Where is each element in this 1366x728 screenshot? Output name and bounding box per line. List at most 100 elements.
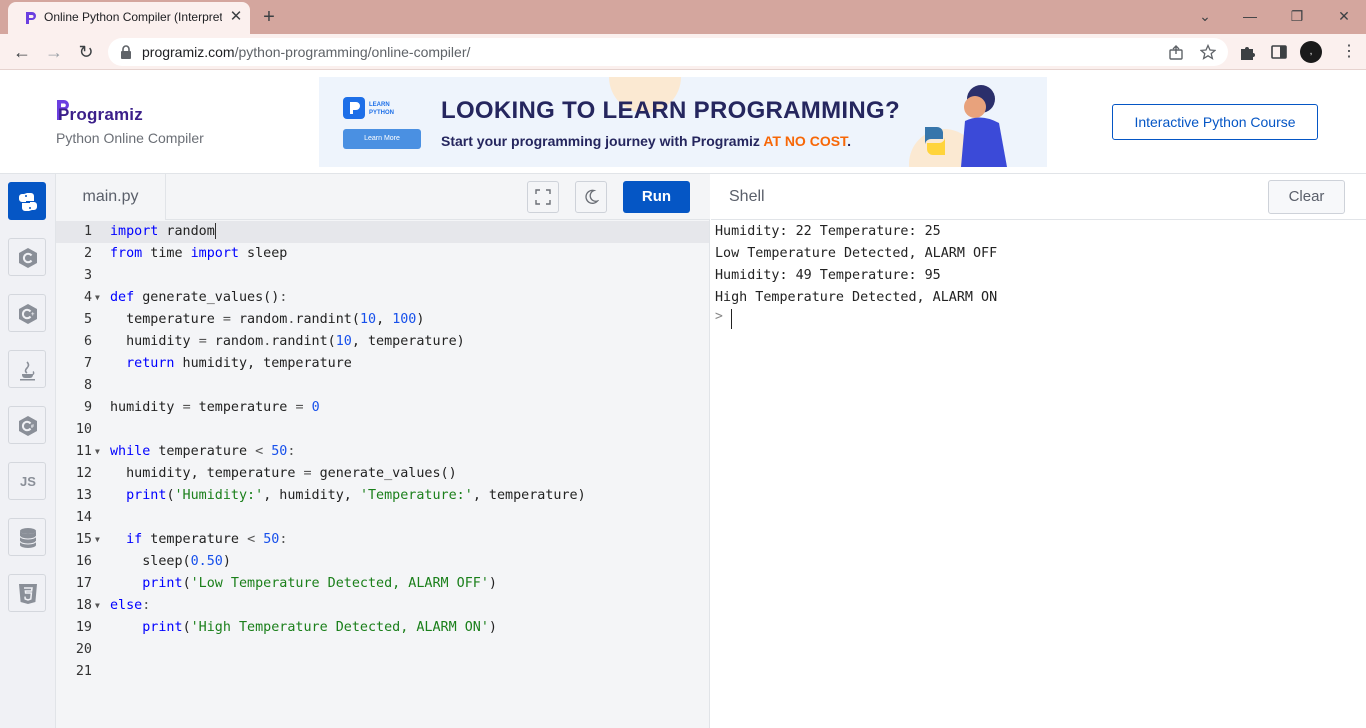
code-line[interactable]: 5 temperature = random.randint(10, 100) xyxy=(56,309,709,331)
c-language-button[interactable] xyxy=(8,238,46,276)
html-language-button[interactable] xyxy=(8,574,46,612)
editor-toolbar: main.py Run xyxy=(56,174,710,220)
code-line[interactable]: 1 import random xyxy=(56,221,709,243)
code-line[interactable]: 17 print('Low Temperature Detected, ALAR… xyxy=(56,573,709,595)
csharp-icon: # xyxy=(19,416,37,436)
code-line[interactable]: 13 print('Humidity:', humidity, 'Tempera… xyxy=(56,485,709,507)
shell-output-line: Low Temperature Detected, ALARM OFF xyxy=(715,246,998,261)
javascript-language-button[interactable]: JS xyxy=(8,462,46,500)
line-number: 1 xyxy=(83,224,92,239)
fullscreen-button[interactable] xyxy=(527,181,559,213)
language-sidebar: + # JS xyxy=(0,174,56,728)
clear-button[interactable]: Clear xyxy=(1268,180,1345,214)
java-language-button[interactable] xyxy=(8,350,46,388)
tab-close-icon[interactable]: ✕ xyxy=(228,9,244,25)
code-line[interactable]: 19 print('High Temperature Detected, ALA… xyxy=(56,617,709,639)
line-number: 11 xyxy=(75,444,92,459)
sql-language-button[interactable] xyxy=(8,518,46,556)
forward-icon[interactable]: → xyxy=(42,40,66,64)
code-text: print('Humidity:', humidity, 'Temperatur… xyxy=(126,488,586,503)
fold-arrow-icon[interactable]: ▼ xyxy=(95,595,103,617)
share-icon[interactable] xyxy=(1168,44,1184,60)
browser-menu-icon[interactable]: ⋮ xyxy=(1340,42,1358,62)
code-line[interactable]: 14 xyxy=(56,507,709,529)
line-number: 13 xyxy=(75,488,92,503)
fold-arrow-icon[interactable]: ▼ xyxy=(95,287,103,309)
reload-icon[interactable]: ↻ xyxy=(74,40,98,64)
line-number: 2 xyxy=(83,246,92,261)
fold-arrow-icon[interactable]: ▼ xyxy=(95,441,103,463)
badge-text-python: PYTHON xyxy=(369,110,394,116)
code-line[interactable]: 7 return humidity, temperature xyxy=(56,353,709,375)
dark-mode-toggle[interactable] xyxy=(575,181,607,213)
back-icon[interactable]: ← xyxy=(10,40,34,64)
fold-arrow-icon[interactable]: ▼ xyxy=(95,529,103,551)
code-text: humidity = random.randint(10, temperatur… xyxy=(110,334,465,349)
moon-icon xyxy=(585,189,599,204)
code-line[interactable]: 3 xyxy=(56,265,709,287)
code-line[interactable]: 12 humidity, temperature = generate_valu… xyxy=(56,463,709,485)
side-panel-icon[interactable] xyxy=(1270,43,1288,61)
interactive-python-course-button[interactable]: Interactive Python Course xyxy=(1112,104,1318,140)
js-label: JS xyxy=(20,474,36,489)
python-language-button[interactable] xyxy=(8,182,46,220)
code-line[interactable]: 6 humidity = random.randint(10, temperat… xyxy=(56,331,709,353)
database-icon xyxy=(19,528,37,548)
line-number: 8 xyxy=(83,378,92,393)
line-number: 4 xyxy=(83,290,92,305)
line-number: 3 xyxy=(83,268,92,283)
run-button[interactable]: Run xyxy=(623,181,690,213)
cpp-language-button[interactable]: + xyxy=(8,294,46,332)
csharp-language-button[interactable]: # xyxy=(8,406,46,444)
address-bar: ← → ↻ programiz.com/python-programming/o… xyxy=(0,34,1366,70)
browser-tab[interactable]: Online Python Compiler (Interpreter) ✕ xyxy=(8,2,250,34)
badge-text-learn: LEARN xyxy=(369,102,390,108)
page-subtitle: Python Online Compiler xyxy=(56,130,204,146)
fullscreen-icon xyxy=(535,189,551,205)
new-tab-icon[interactable]: + xyxy=(258,6,280,28)
c-icon xyxy=(19,248,37,268)
code-editor[interactable]: 1 import random 2 from time import sleep 3 4 ▼… xyxy=(56,220,710,728)
learn-more-button[interactable]: Learn More xyxy=(343,129,421,149)
site-header: Programiz Python Online Compiler LEARN P… xyxy=(0,70,1366,174)
window-close-icon[interactable]: ✕ xyxy=(1331,4,1357,28)
ad-banner[interactable]: LEARN PYTHON Learn More LOOKING TO LEARN… xyxy=(319,77,1047,167)
code-line[interactable]: 16 sleep(0.50) xyxy=(56,551,709,573)
csharp-sharp-glyph: # xyxy=(31,424,34,430)
code-line[interactable]: 10 xyxy=(56,419,709,441)
tab-search-icon[interactable]: ⌄ xyxy=(1192,4,1218,28)
code-text: humidity = temperature = 0 xyxy=(110,400,320,415)
code-line[interactable]: 18 ▼ else: xyxy=(56,595,709,617)
code-text: if temperature < 50: xyxy=(126,532,288,547)
extensions-icon[interactable] xyxy=(1238,43,1256,61)
line-number: 14 xyxy=(75,510,92,525)
minimize-icon[interactable]: — xyxy=(1237,4,1263,28)
code-line[interactable]: 15 ▼ if temperature < 50: xyxy=(56,529,709,551)
code-text: import random xyxy=(110,223,216,239)
code-line[interactable]: 2 from time import sleep xyxy=(56,243,709,265)
shell-output[interactable]: Humidity: 22 Temperature: 25 Low Tempera… xyxy=(711,220,1366,728)
lock-icon xyxy=(121,45,131,59)
code-line[interactable]: 8 xyxy=(56,375,709,397)
restore-icon[interactable]: ❐ xyxy=(1284,4,1310,28)
profile-avatar[interactable]: , xyxy=(1300,41,1322,63)
line-number: 9 xyxy=(83,400,92,415)
code-line[interactable]: 11 ▼ while temperature < 50: xyxy=(56,441,709,463)
bookmark-star-icon[interactable] xyxy=(1200,44,1216,60)
python-icon xyxy=(19,193,37,211)
url-text: programiz.com/python-programming/online-… xyxy=(142,44,471,60)
code-line[interactable]: 20 xyxy=(56,639,709,661)
file-tab-main-py[interactable]: main.py xyxy=(56,174,166,220)
line-number: 18 xyxy=(75,598,92,613)
java-icon xyxy=(20,361,35,381)
url-input[interactable]: programiz.com/python-programming/online-… xyxy=(108,38,1228,66)
code-line[interactable]: 4 ▼ def generate_values(): xyxy=(56,287,709,309)
code-line[interactable]: 9 humidity = temperature = 0 xyxy=(56,397,709,419)
cpp-plus-glyph: + xyxy=(31,312,35,318)
code-text: return humidity, temperature xyxy=(126,356,352,371)
code-text: temperature = random.randint(10, 100) xyxy=(110,312,425,327)
line-number: 12 xyxy=(75,466,92,481)
shell-toolbar: Shell Clear xyxy=(711,174,1366,220)
code-line[interactable]: 21 xyxy=(56,661,709,683)
logo-text[interactable]: Programiz xyxy=(58,105,143,125)
